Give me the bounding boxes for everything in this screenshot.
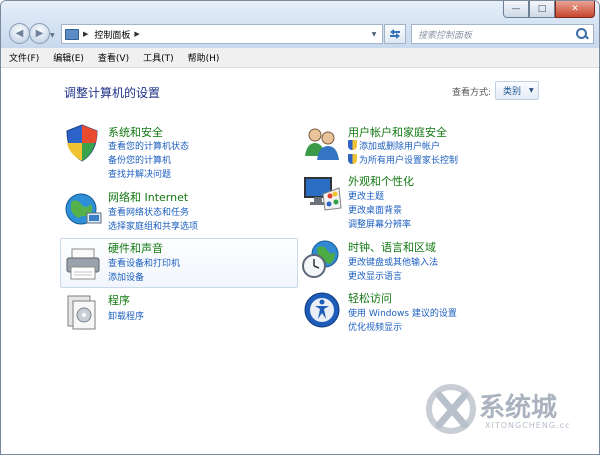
clock-globe-icon[interactable] (301, 238, 343, 280)
category-system-security: 系统和安全 查看您的计算机状态 备份您的计算机 查找并解决问题 (61, 122, 299, 180)
watermark-domain-text: XITONGCHENG.cc (485, 421, 571, 430)
menu-view[interactable]: 查看(V) (98, 51, 129, 64)
link-devices-printers[interactable]: 查看设备和打印机 (108, 256, 180, 269)
view-by-value: 类别 (503, 87, 522, 97)
printer-icon[interactable] (63, 243, 105, 285)
link-change-input-methods[interactable]: 更改键盘或其他输入法 (348, 255, 438, 268)
uac-shield-icon (348, 154, 357, 164)
maximize-button[interactable]: □ (529, 1, 555, 18)
category-title-clock-language-region[interactable]: 时钟、语言和区域 (348, 239, 436, 255)
page-title: 调整计算机的设置 (64, 86, 161, 100)
recent-pages-dropdown-icon[interactable]: ▼ (50, 32, 55, 39)
caption-buttons: — □ ✕ (503, 1, 595, 19)
view-by-label: 查看方式: (452, 88, 492, 98)
dropdown-arrow-icon: ▼ (529, 87, 534, 94)
watermark-brand-text: 系统城 (479, 393, 558, 423)
breadcrumb-chevron-icon[interactable]: ▶ (134, 30, 139, 38)
control-panel-window: — □ ✕ ◀ ▶ ▼ ▶ 控制面板 ▶ ▼ 搜索控制面板 文件(F) 编辑(E… (0, 0, 600, 455)
forward-button[interactable]: ▶ (29, 23, 50, 44)
link-change-theme[interactable]: 更改主题 (348, 189, 384, 202)
monitor-palette-icon[interactable] (301, 172, 343, 214)
link-text: 为所有用户设置家长控制 (359, 156, 459, 166)
category-ease-of-access: 轻松访问 使用 Windows 建议的设置 优化视频显示 (301, 289, 539, 339)
category-hardware-sound: 硬件和声音 查看设备和打印机 添加设备 (60, 238, 298, 288)
minimize-button[interactable]: — (503, 1, 529, 18)
link-view-computer-status[interactable]: 查看您的计算机状态 (108, 139, 189, 152)
category-programs: 程序 卸载程序 (61, 291, 299, 341)
link-windows-recommended-settings[interactable]: 使用 Windows 建议的设置 (348, 306, 457, 319)
search-input[interactable]: 搜索控制面板 (418, 28, 574, 41)
link-change-desktop-background[interactable]: 更改桌面背景 (348, 203, 402, 216)
control-panel-icon (65, 28, 79, 40)
link-backup-computer[interactable]: 备份您的计算机 (108, 153, 171, 166)
link-optimize-visual-display[interactable]: 优化视频显示 (348, 320, 402, 333)
category-network-internet: 网络和 Internet 查看网络状态和任务 选择家庭组和共享选项 (61, 188, 299, 238)
watermark-logo: 系统城 XITONGCHENG.cc (421, 377, 591, 441)
menu-help[interactable]: 帮助(H) (188, 51, 220, 64)
uac-shield-icon (348, 140, 357, 150)
programs-icon[interactable] (61, 291, 103, 333)
link-view-network-status[interactable]: 查看网络状态和任务 (108, 205, 189, 218)
link-troubleshoot[interactable]: 查找并解决问题 (108, 167, 171, 180)
refresh-button[interactable] (384, 24, 406, 44)
link-parental-controls[interactable]: 为所有用户设置家长控制 (348, 153, 458, 166)
menu-tools[interactable]: 工具(T) (143, 51, 174, 64)
ease-of-access-icon[interactable] (301, 289, 343, 331)
category-title-programs[interactable]: 程序 (108, 292, 130, 308)
category-clock-language-region: 时钟、语言和区域 更改键盘或其他输入法 更改显示语言 (301, 238, 539, 288)
link-uninstall-program[interactable]: 卸载程序 (108, 309, 144, 322)
address-dropdown-icon[interactable]: ▼ (366, 25, 382, 43)
breadcrumb-control-panel[interactable]: 控制面板 (94, 28, 130, 41)
shield-icon[interactable] (61, 122, 103, 164)
link-text: 添加或删除用户帐户 (359, 142, 441, 152)
category-title-network-internet[interactable]: 网络和 Internet (108, 189, 188, 205)
address-bar[interactable]: ▶ 控制面板 ▶ ▼ (61, 24, 383, 44)
category-appearance: 外观和个性化 更改主题 更改桌面背景 调整屏幕分辨率 (301, 172, 539, 230)
category-title-user-accounts[interactable]: 用户帐户和家庭安全 (348, 124, 447, 140)
search-box[interactable]: 搜索控制面板 (411, 24, 594, 44)
main-content: 调整计算机的设置 查看方式: 类别 ▼ 系统和安全 查看您的计算机状态 备份您的… (1, 69, 599, 454)
window-chrome: — □ ✕ ◀ ▶ ▼ ▶ 控制面板 ▶ ▼ 搜索控制面板 (1, 1, 599, 48)
link-change-display-language[interactable]: 更改显示语言 (348, 269, 402, 282)
link-homegroup-sharing[interactable]: 选择家庭组和共享选项 (108, 219, 198, 232)
category-title-system-security[interactable]: 系统和安全 (108, 124, 163, 140)
category-title-ease-of-access[interactable]: 轻松访问 (348, 290, 392, 306)
view-by-dropdown[interactable]: 类别 ▼ (495, 81, 539, 100)
breadcrumb-chevron-icon[interactable]: ▶ (83, 30, 88, 38)
category-title-hardware-sound[interactable]: 硬件和声音 (108, 240, 163, 256)
refresh-icon (390, 29, 400, 39)
link-add-remove-accounts[interactable]: 添加或删除用户帐户 (348, 139, 440, 152)
network-globe-icon[interactable] (61, 188, 103, 230)
back-button[interactable]: ◀ (9, 23, 30, 44)
menu-edit[interactable]: 编辑(E) (53, 51, 84, 64)
menu-bar: 文件(F) 编辑(E) 查看(V) 工具(T) 帮助(H) (1, 48, 599, 68)
close-button[interactable]: ✕ (555, 1, 595, 18)
search-icon[interactable] (574, 26, 590, 42)
users-icon[interactable] (301, 122, 343, 164)
category-user-accounts: 用户帐户和家庭安全 添加或删除用户帐户 为所有用户设置家长控制 (301, 122, 539, 172)
link-add-device[interactable]: 添加设备 (108, 270, 144, 283)
category-title-appearance[interactable]: 外观和个性化 (348, 173, 414, 189)
menu-file[interactable]: 文件(F) (9, 51, 39, 64)
link-adjust-resolution[interactable]: 调整屏幕分辨率 (348, 217, 411, 230)
